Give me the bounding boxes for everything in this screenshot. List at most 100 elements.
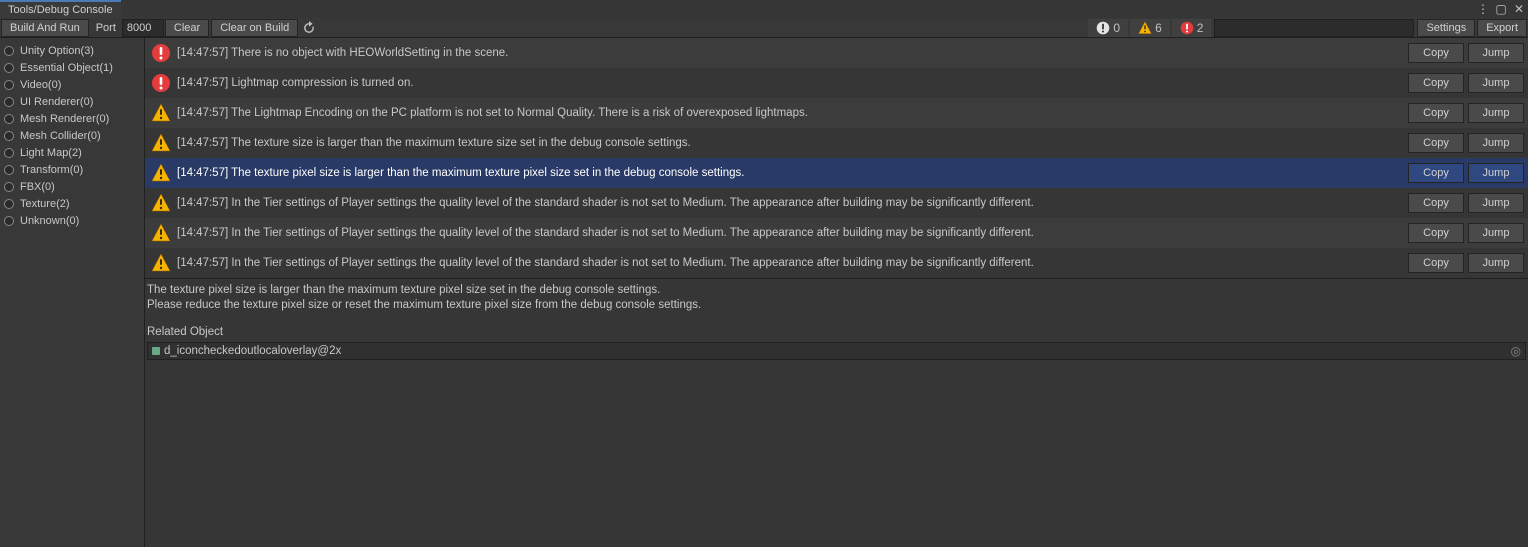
radio-icon xyxy=(4,63,14,73)
sidebar-item-label: Transform(0) xyxy=(20,164,83,176)
error-icon xyxy=(151,73,171,93)
jump-button[interactable]: Jump xyxy=(1468,163,1524,183)
radio-icon xyxy=(4,182,14,192)
message-row[interactable]: [14:47:57] There is no object with HEOWo… xyxy=(145,38,1528,68)
port-label: Port xyxy=(90,22,122,34)
sidebar: Unity Option(3) Essential Object(1) Video(… xyxy=(0,38,145,547)
window-menu-icon[interactable]: ⋮ xyxy=(1474,0,1492,18)
copy-button[interactable]: Copy xyxy=(1408,103,1464,123)
object-picker-icon[interactable]: ◎ xyxy=(1511,344,1521,359)
radio-icon xyxy=(4,46,14,56)
copy-button[interactable]: Copy xyxy=(1408,73,1464,93)
sidebar-item-label: Texture(2) xyxy=(20,198,70,210)
message-row[interactable]: [14:47:57] In the Tier settings of Playe… xyxy=(145,188,1528,218)
radio-icon xyxy=(4,114,14,124)
sidebar-item-label: Mesh Collider(0) xyxy=(20,130,101,142)
warn-icon xyxy=(151,163,171,183)
jump-button[interactable]: Jump xyxy=(1468,253,1524,273)
sidebar-item-label: Light Map(2) xyxy=(20,147,82,159)
detail-panel: The texture pixel size is larger than th… xyxy=(145,278,1528,547)
window-close-icon[interactable]: ✕ xyxy=(1510,0,1528,18)
sidebar-item[interactable]: Essential Object(1) xyxy=(0,59,144,76)
copy-button[interactable]: Copy xyxy=(1408,253,1464,273)
related-object-name: d_iconcheckedoutlocaloverlay@2x xyxy=(164,344,341,359)
jump-button[interactable]: Jump xyxy=(1468,193,1524,213)
related-object-label: Related Object xyxy=(147,325,1526,340)
settings-button[interactable]: Settings xyxy=(1417,19,1475,37)
message-row[interactable]: [14:47:57] The Lightmap Encoding on the … xyxy=(145,98,1528,128)
message-text: [14:47:57] In the Tier settings of Playe… xyxy=(177,257,1408,269)
port-input[interactable] xyxy=(122,19,164,37)
warn-icon xyxy=(151,133,171,153)
copy-button[interactable]: Copy xyxy=(1408,43,1464,63)
warn-icon xyxy=(151,103,171,123)
jump-button[interactable]: Jump xyxy=(1468,103,1524,123)
message-list: [14:47:57] There is no object with HEOWo… xyxy=(145,38,1528,278)
related-object-row[interactable]: d_iconcheckedoutlocaloverlay@2x ◎ xyxy=(147,342,1526,360)
sidebar-item[interactable]: Unity Option(3) xyxy=(0,42,144,59)
sidebar-item[interactable]: Transform(0) xyxy=(0,161,144,178)
sidebar-item-label: FBX(0) xyxy=(20,181,55,193)
window-maximize-icon[interactable]: ▢ xyxy=(1492,0,1510,18)
info-count: 0 xyxy=(1113,21,1120,35)
message-text: [14:47:57] The texture pixel size is lar… xyxy=(177,167,1408,179)
copy-button[interactable]: Copy xyxy=(1408,193,1464,213)
copy-button[interactable]: Copy xyxy=(1408,223,1464,243)
warn-icon xyxy=(151,223,171,243)
sidebar-item[interactable]: FBX(0) xyxy=(0,178,144,195)
sidebar-item[interactable]: Video(0) xyxy=(0,76,144,93)
copy-button[interactable]: Copy xyxy=(1408,133,1464,153)
radio-icon xyxy=(4,131,14,141)
sidebar-item[interactable]: Texture(2) xyxy=(0,195,144,212)
sidebar-item[interactable]: Unknown(0) xyxy=(0,212,144,229)
jump-button[interactable]: Jump xyxy=(1468,223,1524,243)
sidebar-item-label: Essential Object(1) xyxy=(20,62,113,74)
radio-icon xyxy=(4,97,14,107)
radio-icon xyxy=(4,199,14,209)
build-and-run-button[interactable]: Build And Run xyxy=(1,19,89,37)
jump-button[interactable]: Jump xyxy=(1468,43,1524,63)
sidebar-item-label: Unknown(0) xyxy=(20,215,79,227)
warn-count: 6 xyxy=(1155,21,1162,35)
search-input[interactable] xyxy=(1214,19,1414,37)
clear-button[interactable]: Clear xyxy=(165,19,209,37)
jump-button[interactable]: Jump xyxy=(1468,73,1524,93)
message-row[interactable]: [14:47:57] The texture size is larger th… xyxy=(145,128,1528,158)
message-row[interactable]: [14:47:57] The texture pixel size is lar… xyxy=(145,158,1528,188)
message-row[interactable]: [14:47:57] Lightmap compression is turne… xyxy=(145,68,1528,98)
message-row[interactable]: [14:47:57] In the Tier settings of Playe… xyxy=(145,248,1528,278)
export-button[interactable]: Export xyxy=(1477,19,1527,37)
object-icon xyxy=(152,347,160,355)
sidebar-item-label: Unity Option(3) xyxy=(20,45,94,57)
warn-icon xyxy=(151,253,171,273)
clear-on-build-button[interactable]: Clear on Build xyxy=(211,19,298,37)
radio-icon xyxy=(4,216,14,226)
message-text: [14:47:57] Lightmap compression is turne… xyxy=(177,77,1408,89)
toolbar: Build And Run Port Clear Clear on Build … xyxy=(0,18,1528,38)
sidebar-item[interactable]: Mesh Renderer(0) xyxy=(0,110,144,127)
info-count-toggle[interactable]: 0 xyxy=(1088,19,1128,37)
jump-button[interactable]: Jump xyxy=(1468,133,1524,153)
message-row[interactable]: [14:47:57] In the Tier settings of Playe… xyxy=(145,218,1528,248)
sidebar-item[interactable]: Mesh Collider(0) xyxy=(0,127,144,144)
titlebar: Tools/Debug Console ⋮ ▢ ✕ xyxy=(0,0,1528,18)
window-tab[interactable]: Tools/Debug Console xyxy=(0,0,121,18)
message-text: [14:47:57] There is no object with HEOWo… xyxy=(177,47,1408,59)
refresh-icon[interactable] xyxy=(299,19,319,37)
error-count-toggle[interactable]: 2 xyxy=(1172,19,1212,37)
error-icon xyxy=(151,43,171,63)
radio-icon xyxy=(4,165,14,175)
sidebar-item-label: UI Renderer(0) xyxy=(20,96,93,108)
message-text: [14:47:57] The Lightmap Encoding on the … xyxy=(177,107,1408,119)
sidebar-item-label: Mesh Renderer(0) xyxy=(20,113,109,125)
detail-line: Please reduce the texture pixel size or … xyxy=(147,298,1526,313)
sidebar-item[interactable]: UI Renderer(0) xyxy=(0,93,144,110)
error-count: 2 xyxy=(1197,21,1204,35)
warn-count-toggle[interactable]: 6 xyxy=(1130,19,1170,37)
radio-icon xyxy=(4,148,14,158)
copy-button[interactable]: Copy xyxy=(1408,163,1464,183)
sidebar-item[interactable]: Light Map(2) xyxy=(0,144,144,161)
message-text: [14:47:57] In the Tier settings of Playe… xyxy=(177,197,1408,209)
message-text: [14:47:57] In the Tier settings of Playe… xyxy=(177,227,1408,239)
radio-icon xyxy=(4,80,14,90)
